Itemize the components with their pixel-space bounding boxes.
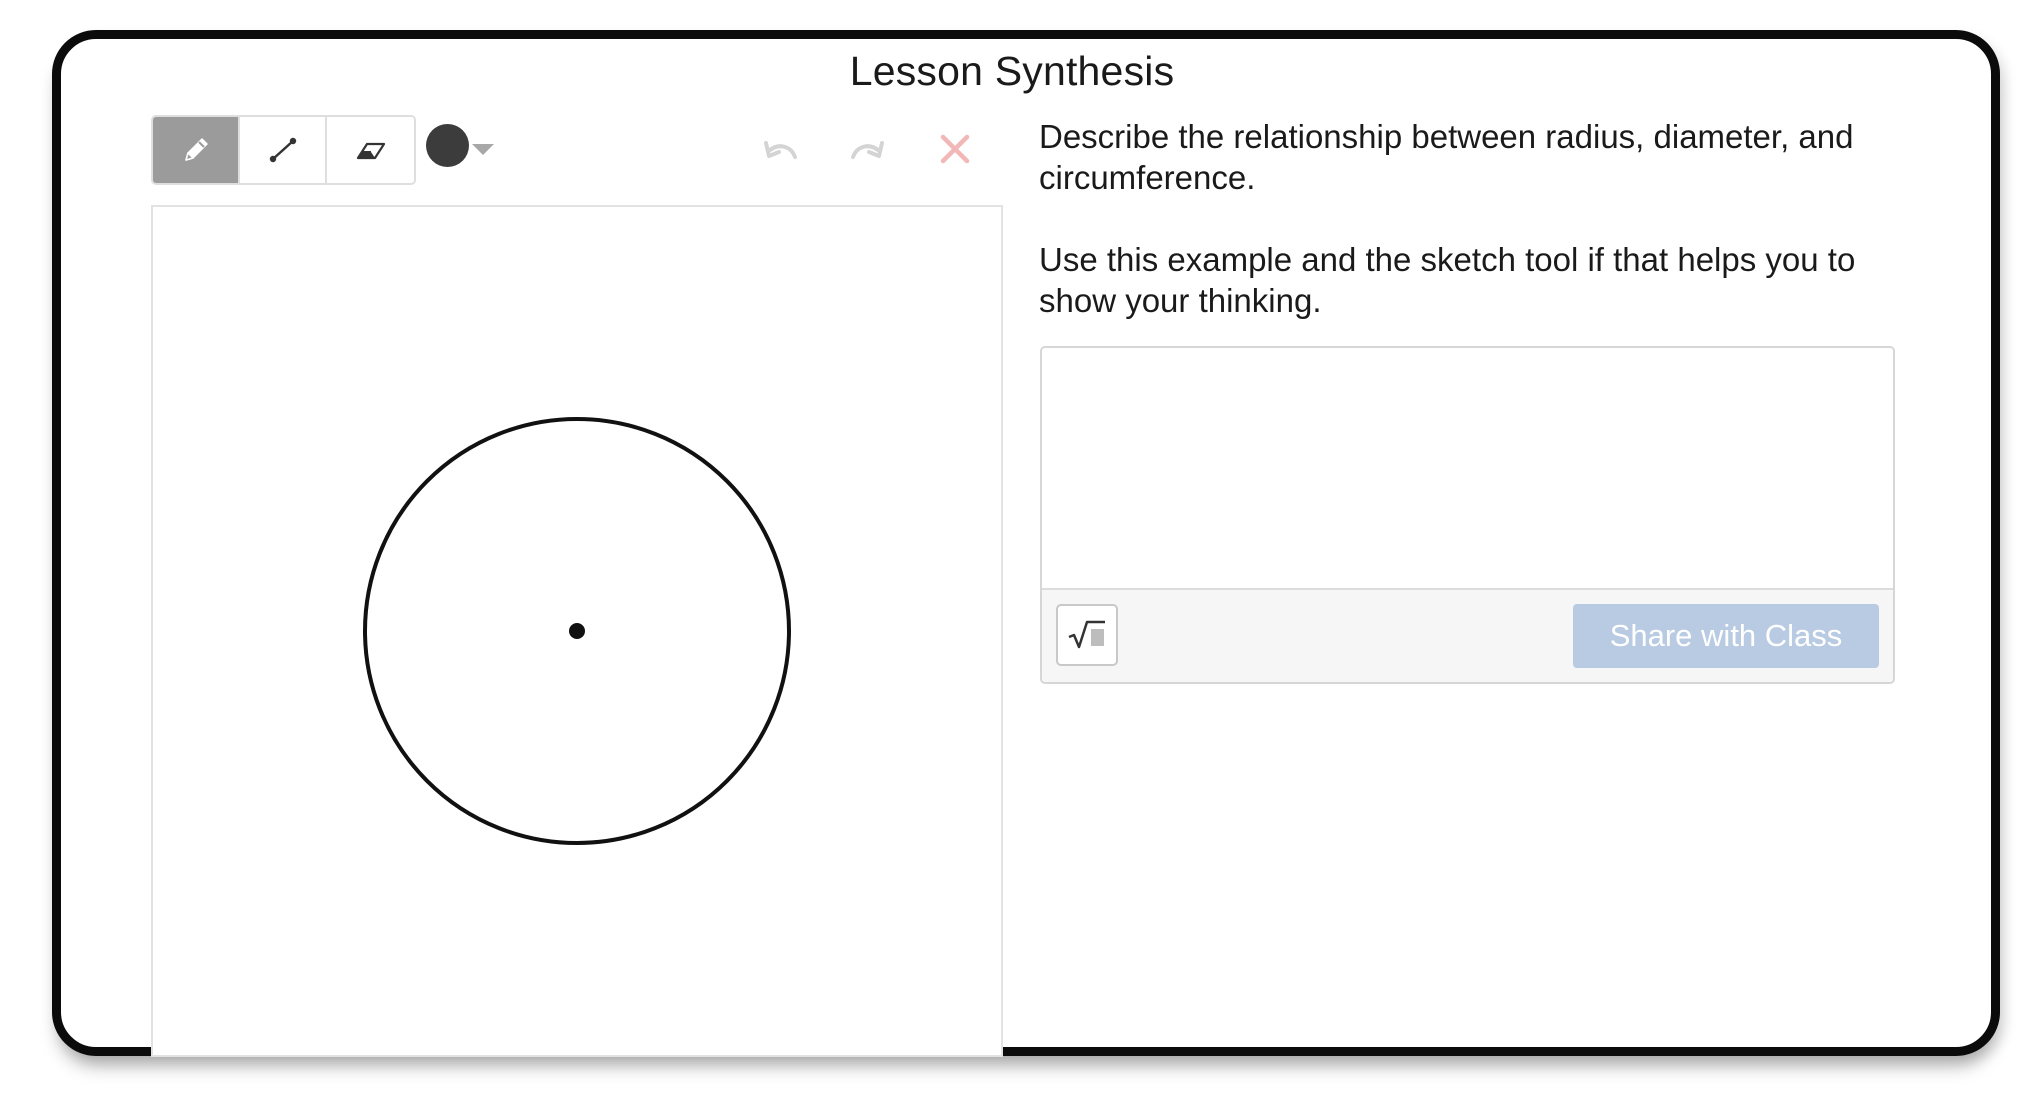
line-segment-icon: [269, 137, 296, 163]
chevron-down-icon: [472, 144, 494, 155]
current-color-swatch: [426, 124, 469, 167]
eraser-icon: [356, 142, 385, 160]
undo-button[interactable]: [758, 126, 804, 172]
eraser-tool-button[interactable]: [327, 117, 414, 183]
share-with-class-button[interactable]: Share with Class: [1573, 604, 1879, 668]
line-tool-button[interactable]: [240, 117, 327, 183]
response-box: Share with Class: [1040, 346, 1895, 684]
sketch-canvas[interactable]: [151, 205, 1003, 1057]
prompt-text: Describe the relationship between radius…: [1039, 116, 1919, 321]
square-root-icon: [1068, 620, 1105, 649]
circle-drawing: [363, 417, 791, 845]
pencil-icon: [184, 138, 208, 161]
close-icon: [940, 134, 970, 164]
response-toolbar: Share with Class: [1042, 588, 1893, 682]
clear-sketch-button[interactable]: [932, 126, 978, 172]
response-input[interactable]: [1042, 348, 1893, 588]
sketch-tool-group: [151, 115, 416, 185]
redo-icon: [851, 141, 884, 159]
math-input-button[interactable]: [1056, 604, 1118, 666]
undo-icon: [764, 141, 797, 159]
prompt-instruction: Use this example and the sketch tool if …: [1039, 241, 1856, 319]
page-title: Lesson Synthesis: [849, 48, 1175, 94]
circle-center-point: [569, 623, 585, 639]
redo-button[interactable]: [844, 126, 890, 172]
color-picker[interactable]: [426, 124, 498, 168]
pencil-tool-button[interactable]: [153, 117, 240, 183]
prompt-question: Describe the relationship between radius…: [1039, 118, 1854, 196]
